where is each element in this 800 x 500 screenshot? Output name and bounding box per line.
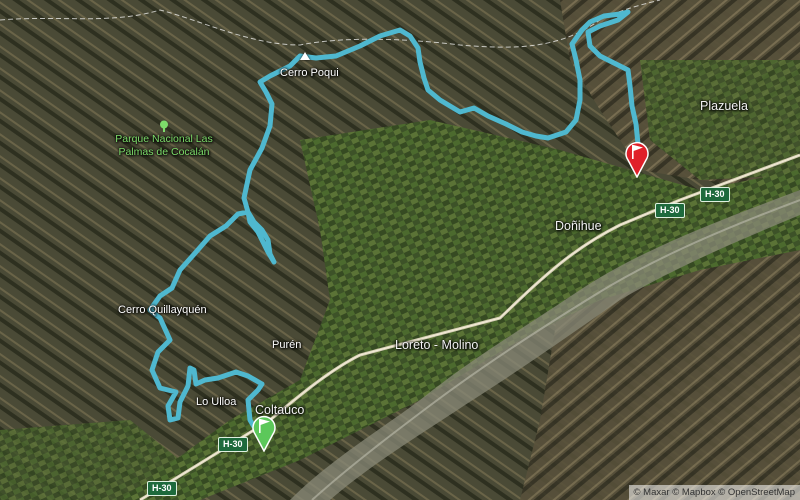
- place-label-cerro-quillayquen: Cerro Quillayquén: [118, 304, 207, 316]
- map-attribution[interactable]: © Maxar © Mapbox © OpenStreetMap: [628, 485, 800, 500]
- road-shield: H-30: [700, 187, 730, 202]
- satellite-map[interactable]: Cerro Poqui Parque Nacional Las Palmas d…: [0, 0, 800, 500]
- place-label-puren: Purén: [272, 339, 302, 351]
- town-label-loreto-molino: Loreto - Molino: [395, 338, 479, 352]
- road-shield: H-30: [655, 203, 685, 218]
- town-label-plazuela: Plazuela: [700, 99, 748, 113]
- road-shield: H-30: [147, 481, 177, 496]
- park-label: Parque Nacional Las Palmas de Cocalán: [115, 133, 213, 158]
- start-flag-icon[interactable]: [249, 412, 279, 452]
- tree-icon: [160, 120, 168, 132]
- summit-icon: [300, 52, 310, 60]
- place-label-cerro-poqui: Cerro Poqui: [280, 67, 339, 79]
- end-flag-icon[interactable]: [622, 138, 652, 178]
- place-label-lo-ulloa: Lo Ulloa: [196, 396, 237, 408]
- road-shield: H-30: [218, 437, 248, 452]
- map-terrain: [0, 0, 800, 500]
- town-label-donihue: Doñihue: [555, 219, 602, 233]
